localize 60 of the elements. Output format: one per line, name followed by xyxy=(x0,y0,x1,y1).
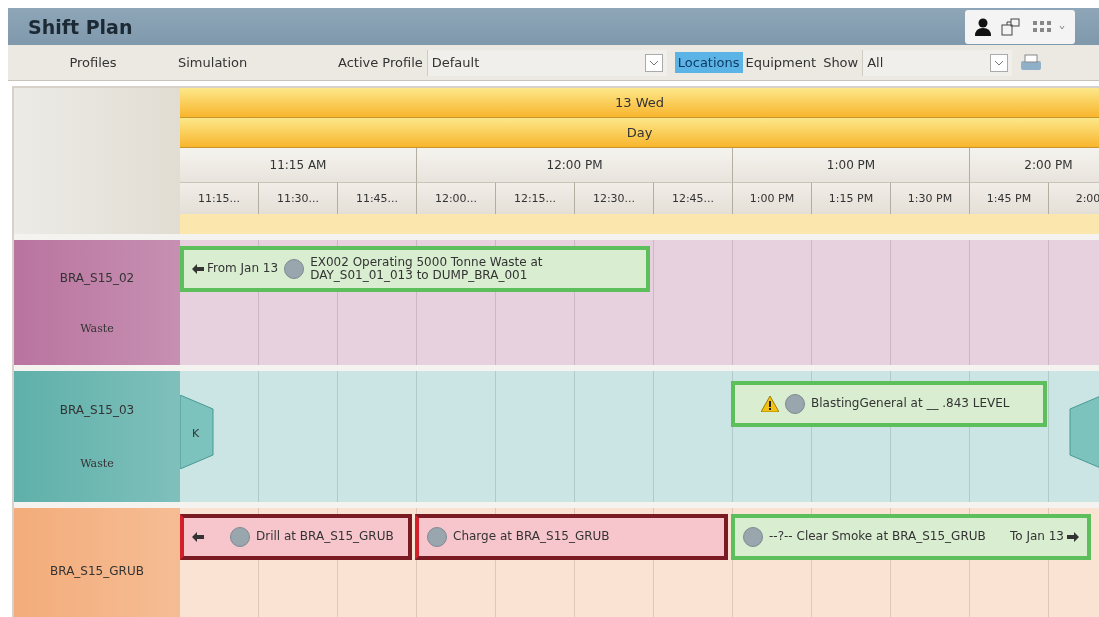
time-slot-header: 12:15... xyxy=(496,182,575,214)
event-text: BlastingGeneral at __ .843 LEVEL xyxy=(811,397,1011,411)
show-label: Show xyxy=(823,55,859,70)
network-icon[interactable] xyxy=(1001,17,1023,36)
event-bar[interactable]: Drill at BRA_S15_GRUB xyxy=(180,514,412,560)
show-dropdown[interactable]: All xyxy=(862,49,1013,76)
time-slot-header: 11:30... xyxy=(259,182,338,214)
event-bar[interactable]: Charge at BRA_S15_GRUB xyxy=(415,514,728,560)
profiles-label[interactable]: Profiles xyxy=(8,55,178,70)
location-type: Waste xyxy=(80,321,114,335)
hour-header: 1:00 PM xyxy=(733,148,970,182)
status-dot-icon xyxy=(427,527,447,547)
status-dot-icon xyxy=(284,259,305,279)
location-name: BRA_S15_02 xyxy=(59,270,135,285)
time-slot-header: 11:15... xyxy=(180,182,259,214)
time-slot-header: 1:45 PM xyxy=(970,182,1049,214)
time-slot-header: 1:15 PM xyxy=(812,182,891,214)
time-slot-header: 11:45... xyxy=(338,182,417,214)
event-text: EX002 Operating 5000 Tonne Waste at DAY_S01_01_013 to DUMP_BRA_001 xyxy=(310,255,544,283)
chevron-down-icon xyxy=(994,59,1005,66)
hour-header: 11:15 AM xyxy=(180,148,417,182)
time-slot-header: 12:00... xyxy=(417,182,496,214)
time-slot-header: 1:00 PM xyxy=(733,182,812,214)
event-bar[interactable]: --?-- Clear Smoke at BRA_S15_GRUB To Jan 13 xyxy=(731,514,1091,560)
event-text: --?-- Clear Smoke at BRA_S15_GRUB xyxy=(769,530,987,544)
print-icon[interactable] xyxy=(1020,52,1043,73)
arrow-icon xyxy=(192,532,204,542)
status-dot-icon xyxy=(743,527,763,547)
location-type: Waste xyxy=(80,457,114,470)
scroll-handle[interactable]: K xyxy=(180,395,216,469)
time-slot-header: 12:30... xyxy=(575,182,654,214)
view-tab[interactable]: Equipment xyxy=(742,52,820,73)
shift-band: Day xyxy=(180,118,1099,148)
event-text: Charge at BRA_S15_GRUB xyxy=(453,530,611,544)
simulation-label[interactable]: Simulation xyxy=(178,55,338,70)
status-dot-icon xyxy=(230,527,250,547)
event-bar[interactable]: From Jan 13 EX002 Operating 5000 Tonne Waste at DAY_S01_01_013 to DUMP_BRA_001 xyxy=(180,246,650,292)
from-label: From Jan 13 xyxy=(192,262,279,276)
scroll-handle[interactable] xyxy=(1067,395,1099,469)
window-title: Shift Plan xyxy=(28,15,133,38)
view-tab[interactable]: Locations xyxy=(674,52,743,73)
hour-header: 12:00 PM xyxy=(417,148,733,182)
time-slot-header: 12:45... xyxy=(654,182,733,214)
arrow-icon xyxy=(1067,532,1079,542)
location-name: BRA_S15_GRUB xyxy=(50,564,144,578)
to-label: To Jan 13 xyxy=(1009,530,1079,544)
time-slot-header: 2:00 xyxy=(1049,182,1099,214)
grid-menu-icon[interactable] xyxy=(1033,19,1065,34)
arrow-icon xyxy=(192,264,204,274)
user-icon[interactable] xyxy=(975,17,991,36)
location-name: BRA_S15_03 xyxy=(59,403,135,417)
time-slot-header: 1:30 PM xyxy=(891,182,970,214)
hour-header: 2:00 PM xyxy=(970,148,1099,182)
chevron-down-icon xyxy=(648,59,659,66)
status-dot-icon xyxy=(785,394,805,414)
active-profile-label: Active Profile xyxy=(338,55,423,70)
event-text: Drill at BRA_S15_GRUB xyxy=(256,530,395,544)
event-bar[interactable]: BlastingGeneral at __ .843 LEVEL xyxy=(731,381,1047,427)
profile-dropdown[interactable]: Default xyxy=(426,49,667,76)
date-band: 13 Wed xyxy=(180,88,1099,118)
